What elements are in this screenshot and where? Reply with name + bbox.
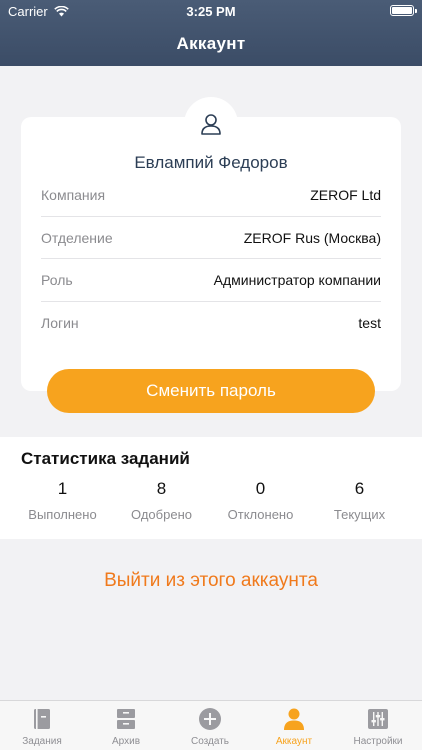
department-label: Отделение xyxy=(41,229,113,246)
stat-current-value: 6 xyxy=(354,479,365,498)
info-row-department: Отделение ZEROF Rus (Москва) xyxy=(41,216,381,259)
login-label: Логин xyxy=(41,314,79,331)
sliders-icon xyxy=(368,709,388,729)
logout-link[interactable]: Выйти из этого аккаунта xyxy=(0,570,422,592)
status-time: 3:25 PM xyxy=(186,4,236,19)
tab-tasks-label: Задания xyxy=(22,736,62,747)
user-name: Евлампий Федоров xyxy=(134,153,288,172)
plus-circle-icon xyxy=(199,708,221,730)
company-value: ZEROF Ltd xyxy=(310,186,381,203)
stat-current-label: Текущих xyxy=(333,507,386,522)
stat-completed-label: Выполнено xyxy=(28,507,97,522)
page-title: Аккаунт xyxy=(176,34,246,53)
stat-approved: 8 Одобрено xyxy=(109,479,214,522)
user-outline-icon xyxy=(201,114,221,135)
stat-rejected: 0 Отклонено xyxy=(208,479,313,522)
company-label: Компания xyxy=(41,186,106,203)
tab-tasks[interactable]: Задания xyxy=(0,701,84,750)
department-value: ZEROF Rus (Москва) xyxy=(243,229,381,246)
tab-settings[interactable]: Настройки xyxy=(336,701,420,750)
tab-settings-label: Настройки xyxy=(353,736,403,747)
info-row-role: Роль Администратор компании xyxy=(41,258,381,301)
tab-account-label: Аккаунт xyxy=(275,736,313,747)
change-password-button[interactable]: Сменить пароль xyxy=(47,369,375,413)
stat-approved-value: 8 xyxy=(156,479,167,498)
tab-bar: Задания Архив Создать Аккаунт Настройки xyxy=(0,700,422,750)
task-stats-panel: Статистика заданий 1 Выполнено 8 Одобрен… xyxy=(0,437,422,539)
tab-create[interactable]: Создать xyxy=(168,701,252,750)
avatar xyxy=(184,97,238,151)
archive-icon xyxy=(117,709,135,729)
tab-account[interactable]: Аккаунт xyxy=(252,701,336,750)
stat-completed-value: 1 xyxy=(57,479,68,498)
battery-icon xyxy=(390,5,417,16)
info-row-company: Компания ZEROF Ltd xyxy=(41,173,381,216)
book-icon xyxy=(34,709,50,729)
role-label: Роль xyxy=(41,271,73,288)
tab-archive-label: Архив xyxy=(111,736,141,747)
stat-completed: 1 Выполнено xyxy=(10,479,115,522)
role-value: Администратор компании xyxy=(213,271,381,288)
navigation-header: Carrier 3:25 PM Аккаунт xyxy=(0,0,422,66)
tab-create-label: Создать xyxy=(190,736,229,747)
tab-archive[interactable]: Архив xyxy=(84,701,168,750)
info-row-login: Логин test xyxy=(41,301,381,344)
stat-rejected-value: 0 xyxy=(255,479,266,498)
stat-current: 6 Текущих xyxy=(307,479,412,522)
stat-approved-label: Одобрено xyxy=(131,507,192,522)
stat-rejected-label: Отклонено xyxy=(227,507,294,522)
stats-title: Статистика заданий xyxy=(21,449,190,468)
status-bar: Carrier 3:25 PM xyxy=(0,0,422,22)
login-value: test xyxy=(358,314,381,331)
user-icon xyxy=(284,708,304,730)
